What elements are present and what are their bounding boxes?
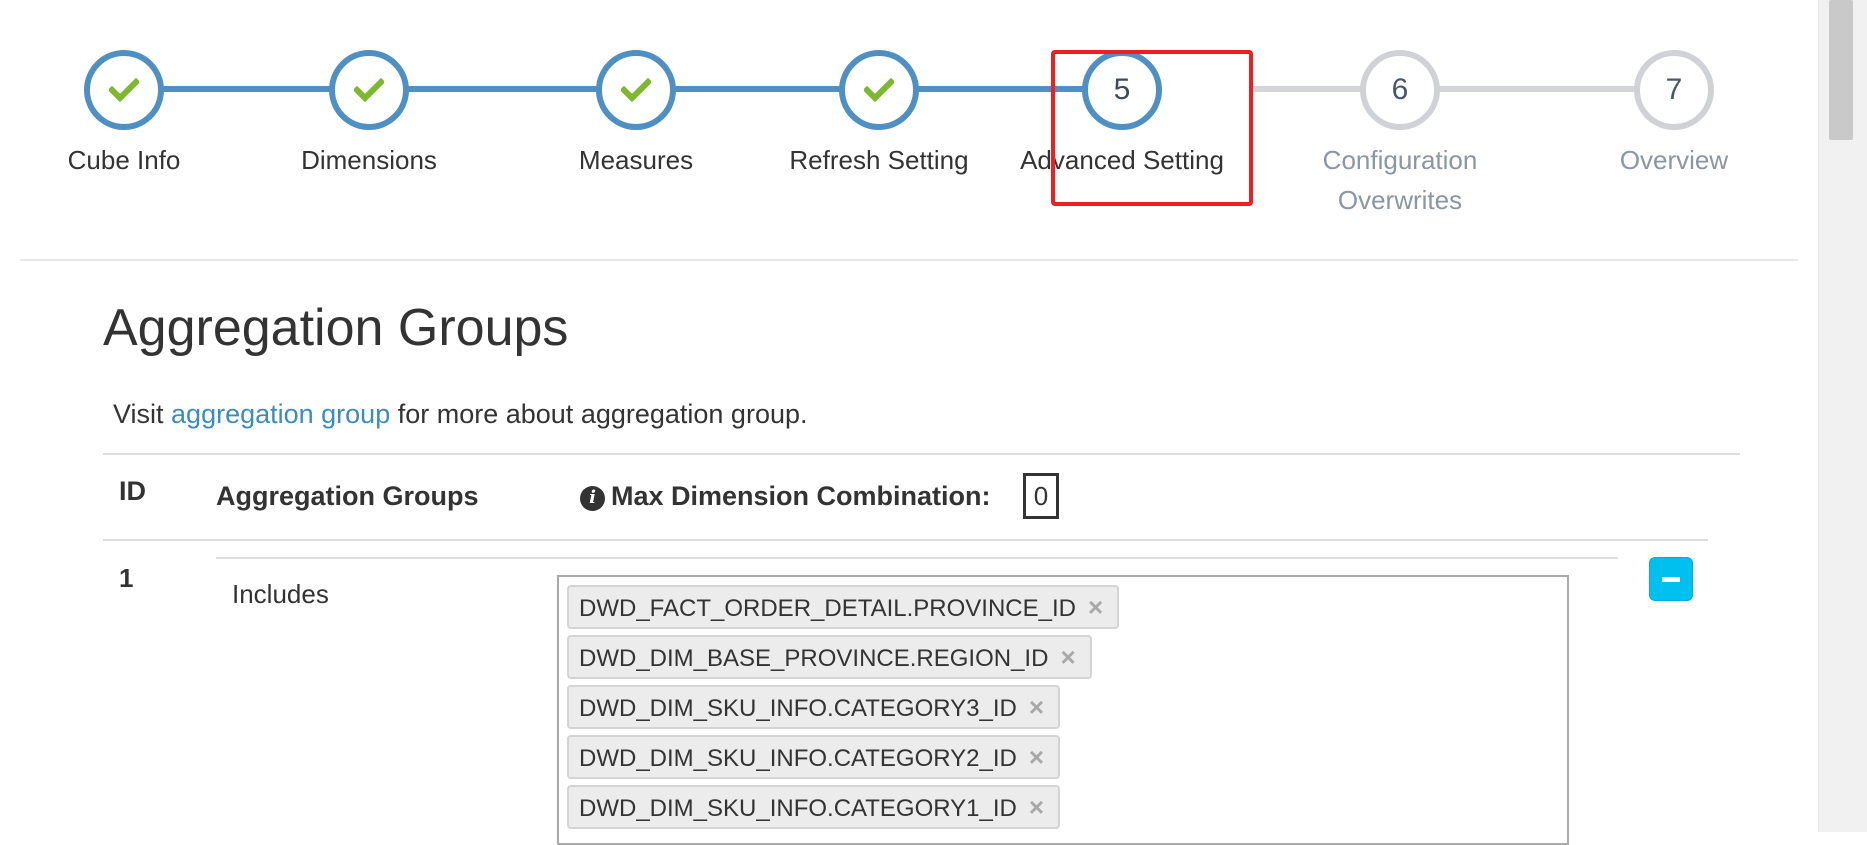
- info-icon[interactable]: i: [580, 485, 605, 511]
- step-label-line: Configuration: [1322, 145, 1478, 175]
- check-icon: [621, 78, 651, 102]
- step-label[interactable]: Configuration Overwrites: [1270, 140, 1530, 220]
- table-header-border: [103, 539, 1708, 541]
- dimension-tag: DWD_FACT_ORDER_DETAIL.PROVINCE_ID ×: [567, 585, 1120, 629]
- step-label-line: Overwrites: [1337, 185, 1463, 215]
- progress-line-remaining: [1250, 86, 1678, 92]
- column-header-id: ID: [119, 476, 146, 506]
- help-text: Visit aggregation group for more about a…: [113, 396, 808, 432]
- row-id: 1: [119, 563, 134, 593]
- max-dimension-combination-input[interactable]: [1023, 473, 1059, 519]
- table-top-border: [103, 453, 1740, 455]
- remove-tag-icon[interactable]: ×: [1029, 692, 1044, 722]
- current-step-highlight: [1051, 50, 1253, 206]
- step-label[interactable]: Measures: [506, 140, 766, 180]
- step-7-circle[interactable]: 7: [1634, 50, 1714, 130]
- dimension-tag: DWD_DIM_BASE_PROVINCE.REGION_ID ×: [567, 635, 1092, 679]
- tag-label: DWD_DIM_SKU_INFO.CATEGORY1_ID: [579, 795, 1017, 822]
- remove-tag-icon[interactable]: ×: [1060, 642, 1075, 672]
- max-combination-label: Max Dimension Combination:: [611, 481, 991, 511]
- vertical-scrollbar[interactable]: [1818, 0, 1867, 832]
- dimension-tag: DWD_DIM_SKU_INFO.CATEGORY3_ID ×: [567, 685, 1061, 729]
- step-label[interactable]: Cube Info: [0, 140, 254, 180]
- check-icon: [109, 78, 139, 102]
- includes-label: Includes: [232, 579, 329, 609]
- tag-label: DWD_DIM_SKU_INFO.CATEGORY3_ID: [579, 695, 1017, 722]
- step-3-circle[interactable]: [596, 50, 676, 130]
- help-text-suffix: for more about aggregation group.: [390, 399, 808, 429]
- remove-tag-icon[interactable]: ×: [1088, 592, 1103, 622]
- step-4-circle[interactable]: [839, 50, 919, 130]
- step-2-circle[interactable]: [329, 50, 409, 130]
- scrollbar-thumb[interactable]: [1829, 0, 1853, 140]
- dimension-tag: DWD_DIM_SKU_INFO.CATEGORY2_ID ×: [567, 735, 1061, 779]
- group-row-border: [216, 557, 1618, 559]
- remove-tag-icon[interactable]: ×: [1029, 742, 1044, 772]
- remove-group-button[interactable]: [1649, 557, 1693, 601]
- includes-tag-input[interactable]: DWD_FACT_ORDER_DETAIL.PROVINCE_ID × DWD_D…: [557, 575, 1569, 845]
- dimension-tag: DWD_DIM_SKU_INFO.CATEGORY1_ID ×: [567, 785, 1061, 829]
- tag-label: DWD_DIM_BASE_PROVINCE.REGION_ID: [579, 645, 1049, 672]
- step-label[interactable]: Dimensions: [239, 140, 499, 180]
- column-header-max-combination: i Max Dimension Combination:: [580, 478, 991, 514]
- step-1-circle[interactable]: [84, 50, 164, 130]
- step-label[interactable]: Refresh Setting: [749, 140, 1009, 180]
- tag-label: DWD_DIM_SKU_INFO.CATEGORY2_ID: [579, 745, 1017, 772]
- check-icon: [354, 78, 384, 102]
- cube-wizard: Cube Info Dimensions Measures Refresh Se…: [0, 0, 1830, 260]
- wizard-divider: [20, 259, 1798, 261]
- remove-tag-icon[interactable]: ×: [1029, 792, 1044, 822]
- step-label[interactable]: Overview: [1544, 140, 1804, 180]
- check-icon: [864, 78, 894, 102]
- column-header-aggregation-groups: Aggregation Groups: [216, 481, 479, 511]
- tag-label: DWD_FACT_ORDER_DETAIL.PROVINCE_ID: [579, 595, 1076, 622]
- minus-icon: [1662, 576, 1680, 582]
- help-text-prefix: Visit: [113, 399, 172, 429]
- aggregation-group-link[interactable]: aggregation group: [171, 399, 390, 429]
- page-title: Aggregation Groups: [103, 299, 569, 357]
- step-6-circle[interactable]: 6: [1360, 50, 1440, 130]
